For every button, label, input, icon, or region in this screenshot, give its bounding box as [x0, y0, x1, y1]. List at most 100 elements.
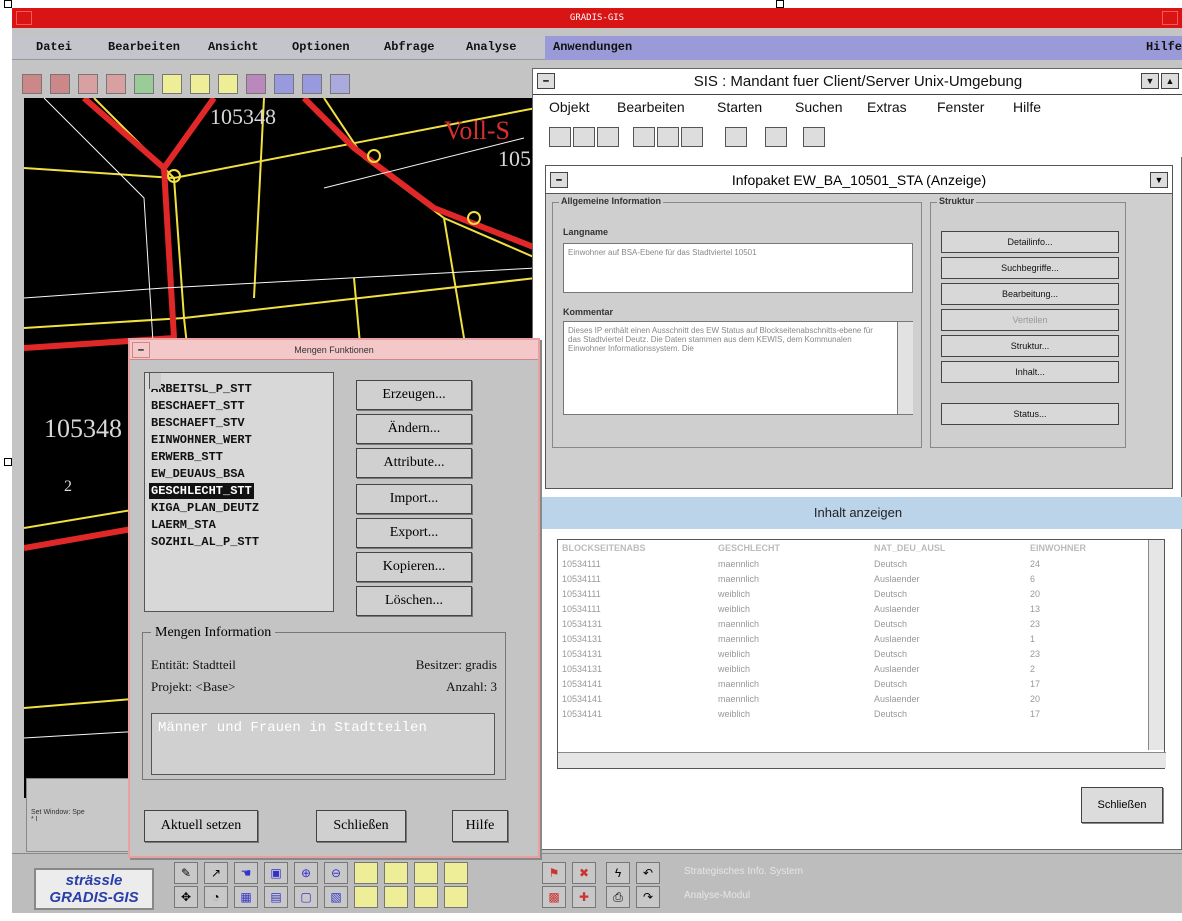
- mengen-list-item[interactable]: ARBEITSL_P_STT: [149, 381, 254, 397]
- sis-system-menu-icon[interactable]: ━: [537, 73, 555, 89]
- table-row[interactable]: 10534111 weiblich Deutsch 20: [558, 588, 1148, 602]
- help-icon[interactable]: [765, 127, 787, 147]
- undo-icon[interactable]: ↶: [636, 862, 660, 884]
- mengen-hilfe-button[interactable]: Hilfe: [452, 810, 508, 842]
- new-icon[interactable]: [549, 127, 571, 147]
- cut-icon[interactable]: [633, 127, 655, 147]
- layer-yellow-4-icon[interactable]: [444, 862, 468, 884]
- layer-yellow-8-icon[interactable]: [444, 886, 468, 908]
- frame-icon[interactable]: ▣: [264, 862, 288, 884]
- col-einwohner[interactable]: EINWOHNER: [1030, 543, 1086, 553]
- hand-icon[interactable]: ☚: [234, 862, 258, 884]
- menu-datei[interactable]: Datei: [36, 40, 72, 54]
- mengen-list-scrollbar[interactable]: [149, 373, 161, 389]
- window-icon[interactable]: ▤: [264, 886, 288, 908]
- aendern-button[interactable]: Ändern...: [356, 414, 472, 444]
- system-menu-icon[interactable]: [16, 11, 32, 25]
- table-horizontal-scrollbar[interactable]: [558, 752, 1166, 768]
- menu-anwendungen[interactable]: Anwendungen: [553, 40, 632, 54]
- sis-menu-suchen[interactable]: Suchen: [795, 99, 842, 115]
- menu-analyse[interactable]: Analyse: [466, 40, 516, 54]
- table-row[interactable]: 10534111 weiblich Auslaender 13: [558, 603, 1148, 617]
- table-row[interactable]: 10534111 maennlich Auslaender 6: [558, 573, 1148, 587]
- lightning-icon[interactable]: ϟ: [606, 862, 630, 884]
- menu-optionen[interactable]: Optionen: [292, 40, 350, 54]
- erzeugen-button[interactable]: Erzeugen...: [356, 380, 472, 410]
- aktuell-setzen-button[interactable]: Aktuell setzen: [144, 810, 258, 842]
- table-row[interactable]: 10534131 maennlich Auslaender 1: [558, 633, 1148, 647]
- kommentar-field[interactable]: Dieses IP enthält einen Ausschnitt des E…: [563, 321, 913, 415]
- wrench-icon[interactable]: ✎: [174, 862, 198, 884]
- mengen-list-item[interactable]: SOZHIL_AL_P_STT: [149, 534, 261, 550]
- layer-yellow-3-icon[interactable]: [414, 862, 438, 884]
- mengen-list-item[interactable]: LAERM_STA: [149, 517, 218, 533]
- cube-icon[interactable]: [274, 74, 294, 94]
- measure-icon[interactable]: ◔: [204, 886, 228, 908]
- table-row[interactable]: 10534111 maennlich Deutsch 24: [558, 558, 1148, 572]
- bulb-icon[interactable]: [162, 74, 182, 94]
- col-blockseitenabs[interactable]: BLOCKSEITENABS: [562, 543, 646, 553]
- import-button[interactable]: Import...: [356, 484, 472, 514]
- zoom-out-icon[interactable]: ⊖: [324, 862, 348, 884]
- attribute-button[interactable]: Attribute...: [356, 448, 472, 478]
- kommentar-scrollbar[interactable]: [897, 322, 913, 414]
- mengen-system-icon[interactable]: ━: [132, 342, 150, 358]
- zoom-in-icon[interactable]: ⊕: [294, 862, 318, 884]
- table-row[interactable]: 10534131 maennlich Deutsch 23: [558, 618, 1148, 632]
- mengen-description-field[interactable]: Männer und Frauen in Stadtteilen: [151, 713, 495, 775]
- layer-icon[interactable]: [50, 74, 70, 94]
- loeschen-button[interactable]: Löschen...: [356, 586, 472, 616]
- mengen-list-item[interactable]: ERWERB_STT: [149, 449, 225, 465]
- mengen-list-item[interactable]: BESCHAEFT_STV: [149, 415, 247, 431]
- layer-yellow-icon[interactable]: [354, 862, 378, 884]
- sis-menu-hilfe[interactable]: Hilfe: [1013, 99, 1041, 115]
- status-button[interactable]: Status...: [941, 403, 1119, 425]
- area-icon[interactable]: [134, 74, 154, 94]
- pointer-icon[interactable]: ↗: [204, 862, 228, 884]
- print-icon[interactable]: [725, 127, 747, 147]
- sis-menu-objekt[interactable]: Objekt: [549, 99, 589, 115]
- resize-handle-top-center[interactable]: [776, 0, 784, 8]
- delete-icon[interactable]: ✖: [572, 862, 596, 884]
- redo-icon[interactable]: ↷: [636, 886, 660, 908]
- export-button[interactable]: Export...: [356, 518, 472, 548]
- save-icon[interactable]: [597, 127, 619, 147]
- select-icon[interactable]: ▢: [294, 886, 318, 908]
- sis-close-button[interactable]: Schließen: [1081, 787, 1163, 823]
- langname-field[interactable]: Einwohner auf BSA-Ebene für das Stadtvie…: [563, 243, 913, 293]
- verteilen-button[interactable]: Verteilen: [941, 309, 1119, 331]
- menu-bearbeiten[interactable]: Bearbeiten: [108, 40, 180, 54]
- struktur-button[interactable]: Struktur...: [941, 335, 1119, 357]
- bearbeitung-button[interactable]: Bearbeitung...: [941, 283, 1119, 305]
- bulb-3-icon[interactable]: [218, 74, 238, 94]
- grid-icon[interactable]: ▦: [234, 886, 258, 908]
- binoculars-icon[interactable]: [22, 74, 42, 94]
- resize-handle-top-left[interactable]: [4, 0, 12, 8]
- layer-yellow-5-icon[interactable]: [354, 886, 378, 908]
- sis-menu-extras[interactable]: Extras: [867, 99, 907, 115]
- mengen-list-item[interactable]: EW_DEUAUS_BSA: [149, 466, 247, 482]
- table-row[interactable]: 10534141 maennlich Deutsch 17: [558, 678, 1148, 692]
- resize-handle-left-center[interactable]: [4, 458, 12, 466]
- bulb-2-icon[interactable]: [190, 74, 210, 94]
- table-vertical-scrollbar[interactable]: [1148, 540, 1164, 750]
- inhalt-button[interactable]: Inhalt...: [941, 361, 1119, 383]
- mengen-list-item[interactable]: EINWOHNER_WERT: [149, 432, 254, 448]
- infopaket-system-icon[interactable]: ━: [550, 172, 568, 188]
- mengen-list-item[interactable]: BESCHAEFT_STT: [149, 398, 247, 414]
- layer-yellow-7-icon[interactable]: [414, 886, 438, 908]
- sort-icon[interactable]: [803, 127, 825, 147]
- detailinfo-button[interactable]: Detailinfo...: [941, 231, 1119, 253]
- menu-ansicht[interactable]: Ansicht: [208, 40, 258, 54]
- mark-icon[interactable]: ▩: [542, 886, 566, 908]
- table-row[interactable]: 10534131 weiblich Deutsch 23: [558, 648, 1148, 662]
- chart-icon[interactable]: [78, 74, 98, 94]
- open-icon[interactable]: [573, 127, 595, 147]
- layer-yellow-2-icon[interactable]: [384, 862, 408, 884]
- table-icon[interactable]: [106, 74, 126, 94]
- paste-icon[interactable]: [681, 127, 703, 147]
- target-icon[interactable]: ✚: [572, 886, 596, 908]
- copy-icon[interactable]: [657, 127, 679, 147]
- table-row[interactable]: 10534131 weiblich Auslaender 2: [558, 663, 1148, 677]
- pen-icon[interactable]: [246, 74, 266, 94]
